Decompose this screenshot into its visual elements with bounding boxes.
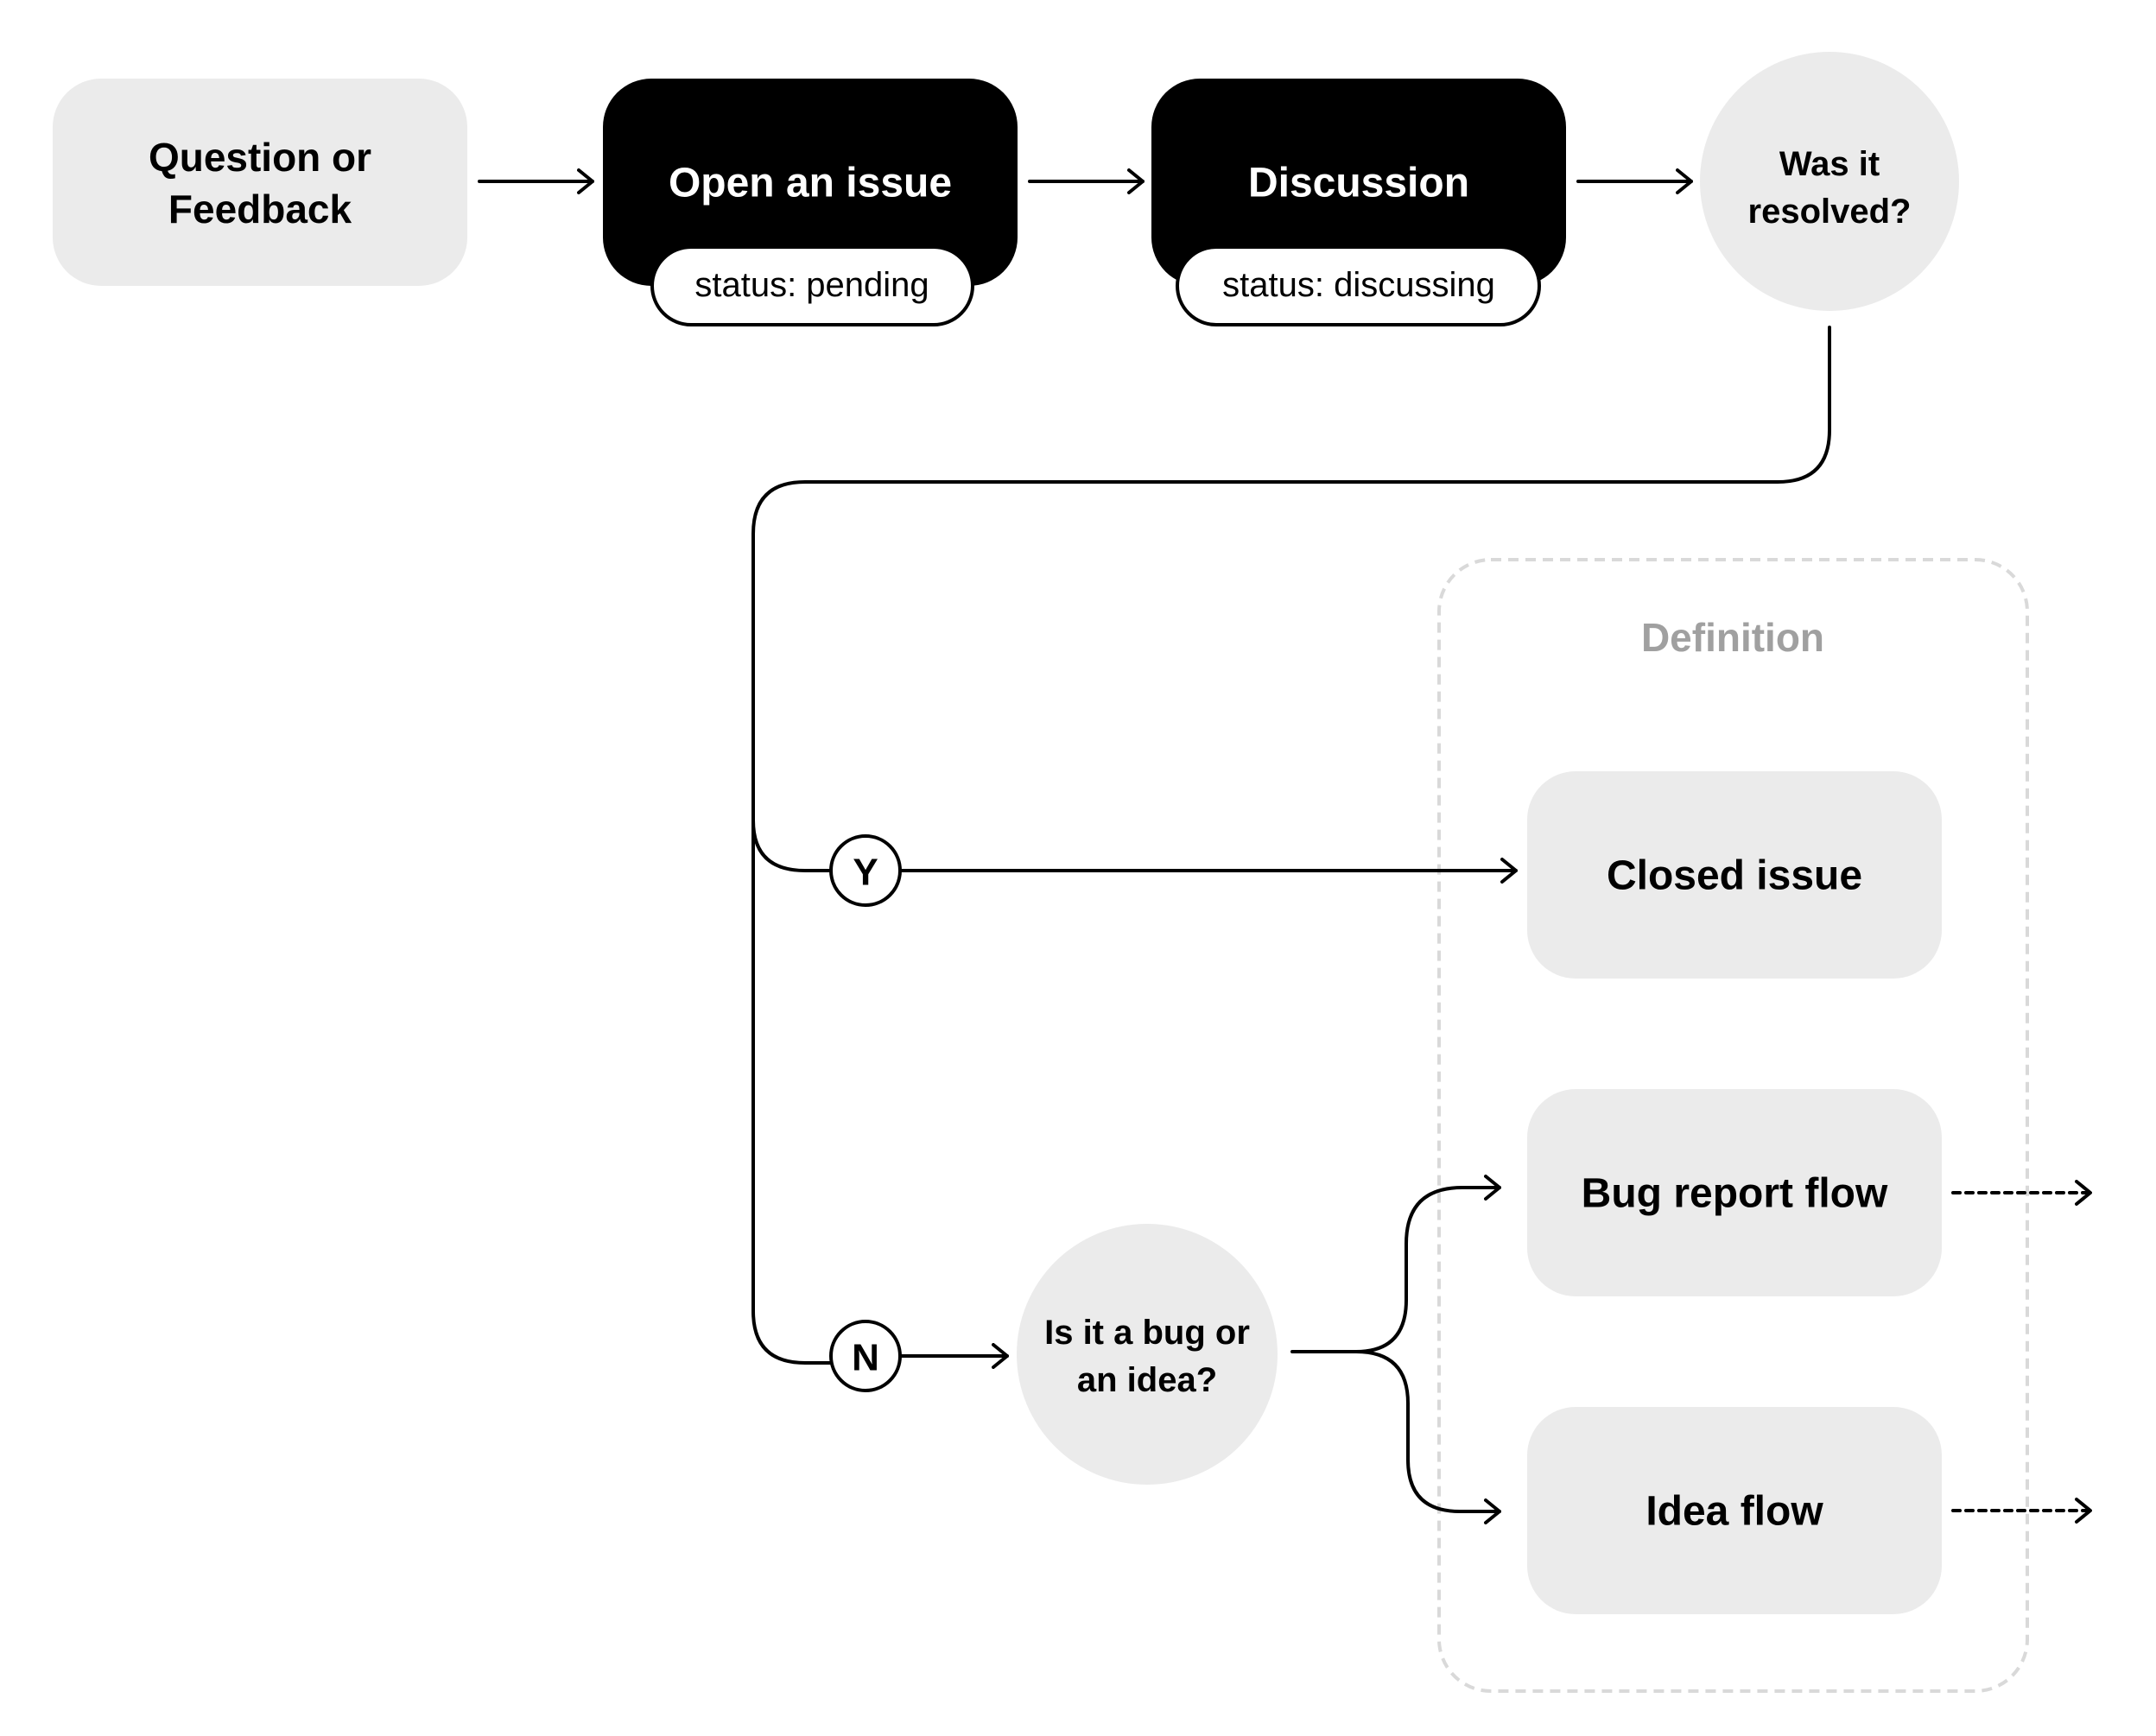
open-issue-label: Open an issue (669, 161, 952, 206)
discussion-label: Discussion (1248, 161, 1469, 206)
no-badge: N (829, 1320, 902, 1392)
connector-yes-branch (751, 819, 833, 872)
question-line2: Feedback (168, 187, 352, 231)
bug-report-flow-label: Bug report flow (1582, 1171, 1888, 1217)
node-bug-report-flow: Bug report flow (1527, 1089, 1942, 1296)
node-idea-flow: Idea flow (1527, 1407, 1942, 1614)
node-open-issue: Open an issue status: pending (603, 79, 1018, 326)
idea-flow-label: Idea flow (1646, 1489, 1823, 1535)
node-question: Question or Feedback (53, 79, 467, 286)
arrow-to-bug-report (1290, 1175, 1501, 1353)
node-resolved-decision: Was it resolved? (1700, 52, 1959, 311)
resolved-line2: resolved? (1748, 193, 1912, 231)
question-line1: Question or (149, 135, 371, 180)
status-pending-text: status: pending (694, 266, 929, 304)
no-label: N (852, 1337, 879, 1379)
closed-issue-label: Closed issue (1607, 853, 1862, 899)
node-bug-or-idea-decision: Is it a bug or an idea? (1017, 1224, 1278, 1485)
yes-label: Y (853, 852, 878, 894)
flow-diagram: Definition Question or Feedback Open an … (53, 52, 2092, 1693)
resolved-line1: Was it (1779, 145, 1880, 183)
arrow-to-idea (1354, 1350, 1501, 1524)
node-closed-issue: Closed issue (1527, 771, 1942, 979)
bug-or-idea-line1: Is it a bug or (1044, 1314, 1250, 1352)
node-discussion: Discussion status: discussing (1151, 79, 1566, 326)
bug-or-idea-line2: an idea? (1077, 1361, 1217, 1399)
definition-title: Definition (1641, 615, 1824, 660)
status-discussing-text: status: discussing (1222, 266, 1495, 304)
yes-badge: Y (829, 834, 902, 907)
